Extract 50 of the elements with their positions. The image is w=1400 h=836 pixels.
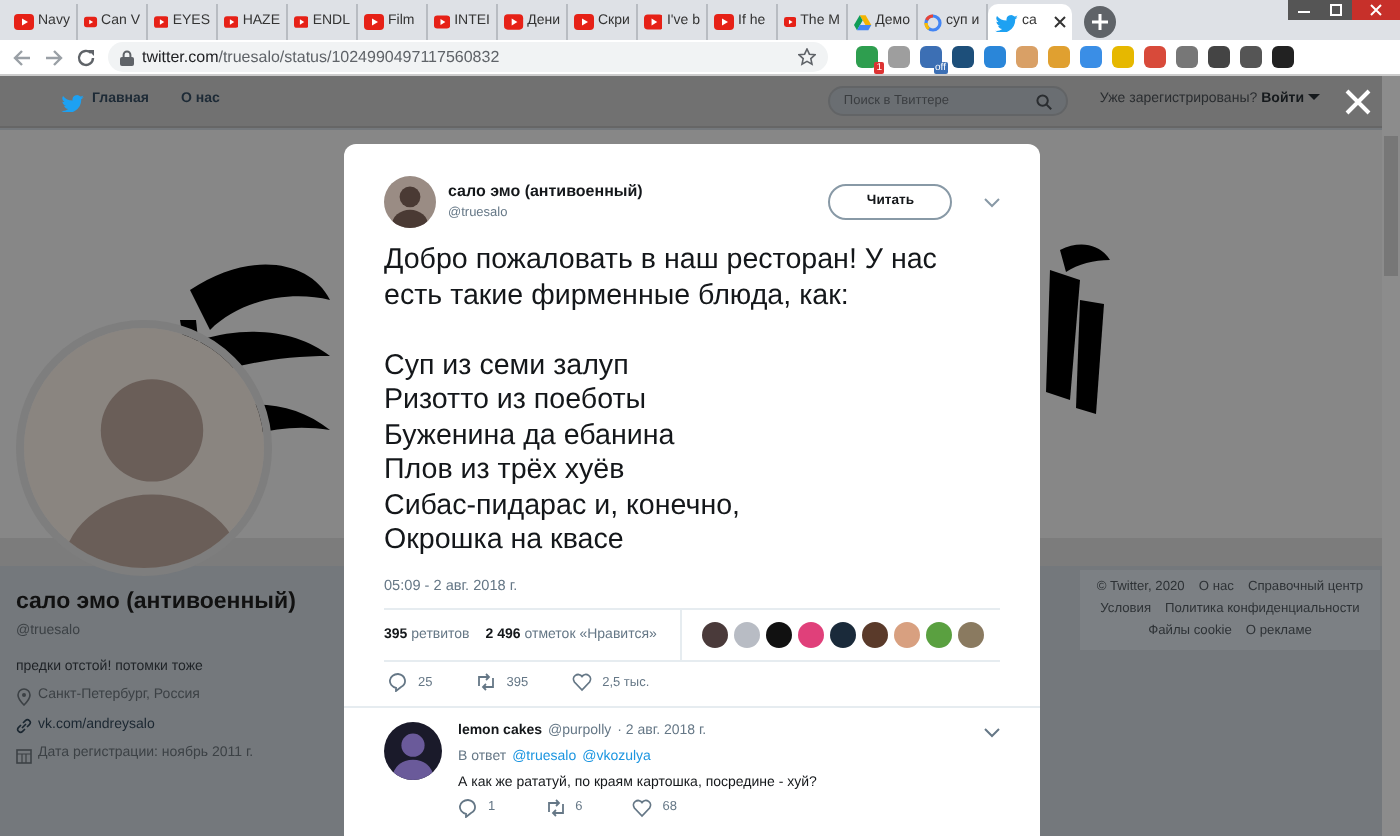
extension-icon[interactable] — [1272, 46, 1294, 68]
back-icon[interactable] — [12, 47, 32, 67]
retweet-icon[interactable] — [476, 672, 497, 693]
bird-icon — [60, 91, 84, 111]
link-icon — [16, 718, 32, 734]
new-tab-icon[interactable] — [1084, 6, 1116, 38]
search-icon — [1035, 93, 1052, 109]
liker-avatar[interactable] — [862, 622, 889, 649]
reload-icon[interactable] — [76, 47, 96, 67]
bird-icon — [994, 12, 1018, 32]
video-icon — [644, 14, 663, 30]
tab-close-icon[interactable] — [1054, 16, 1066, 28]
video-icon — [784, 14, 797, 30]
video-icon — [504, 14, 524, 30]
video-icon — [714, 14, 734, 30]
profile-name: сало эмо (антивоенный) — [16, 588, 298, 618]
retweet-icon[interactable] — [545, 797, 566, 818]
lock-icon — [120, 49, 134, 65]
video-icon — [364, 14, 384, 30]
url-text: twitter.com/truesalo/status/1024990497117560832 — [142, 45, 500, 69]
drive-icon — [854, 13, 872, 31]
like-icon[interactable] — [572, 672, 593, 693]
video-icon — [574, 14, 594, 30]
extension-icon[interactable] — [1208, 46, 1230, 68]
like-icon[interactable] — [632, 797, 653, 818]
liker-avatar[interactable] — [766, 622, 793, 649]
video-icon — [84, 14, 98, 30]
video-icon — [294, 14, 309, 30]
close-icon[interactable] — [1344, 88, 1372, 116]
video-icon — [434, 14, 451, 30]
forward-icon[interactable] — [44, 47, 64, 67]
caret-icon[interactable] — [984, 728, 1000, 739]
calendar-icon — [16, 747, 32, 763]
address-bar[interactable]: twitter.com/truesalo/status/1024990497117560832 — [108, 42, 828, 72]
bookmark-star-icon[interactable] — [798, 48, 816, 66]
location-pin-icon — [16, 688, 32, 706]
close-icon[interactable] — [1352, 0, 1400, 20]
video-icon — [224, 14, 239, 30]
extension-icon[interactable] — [952, 46, 974, 68]
maximize-icon[interactable] — [1320, 0, 1352, 20]
caret-icon — [1308, 90, 1320, 103]
reply-icon[interactable] — [458, 797, 478, 818]
liker-avatar[interactable] — [830, 622, 857, 649]
minimize-icon[interactable] — [1288, 0, 1320, 20]
liker-avatar[interactable] — [702, 622, 729, 649]
video-icon — [154, 14, 169, 30]
extension-icon[interactable] — [1240, 46, 1262, 68]
video-icon — [14, 14, 34, 30]
search-engine-icon — [924, 13, 942, 31]
reply-icon[interactable] — [388, 672, 408, 693]
